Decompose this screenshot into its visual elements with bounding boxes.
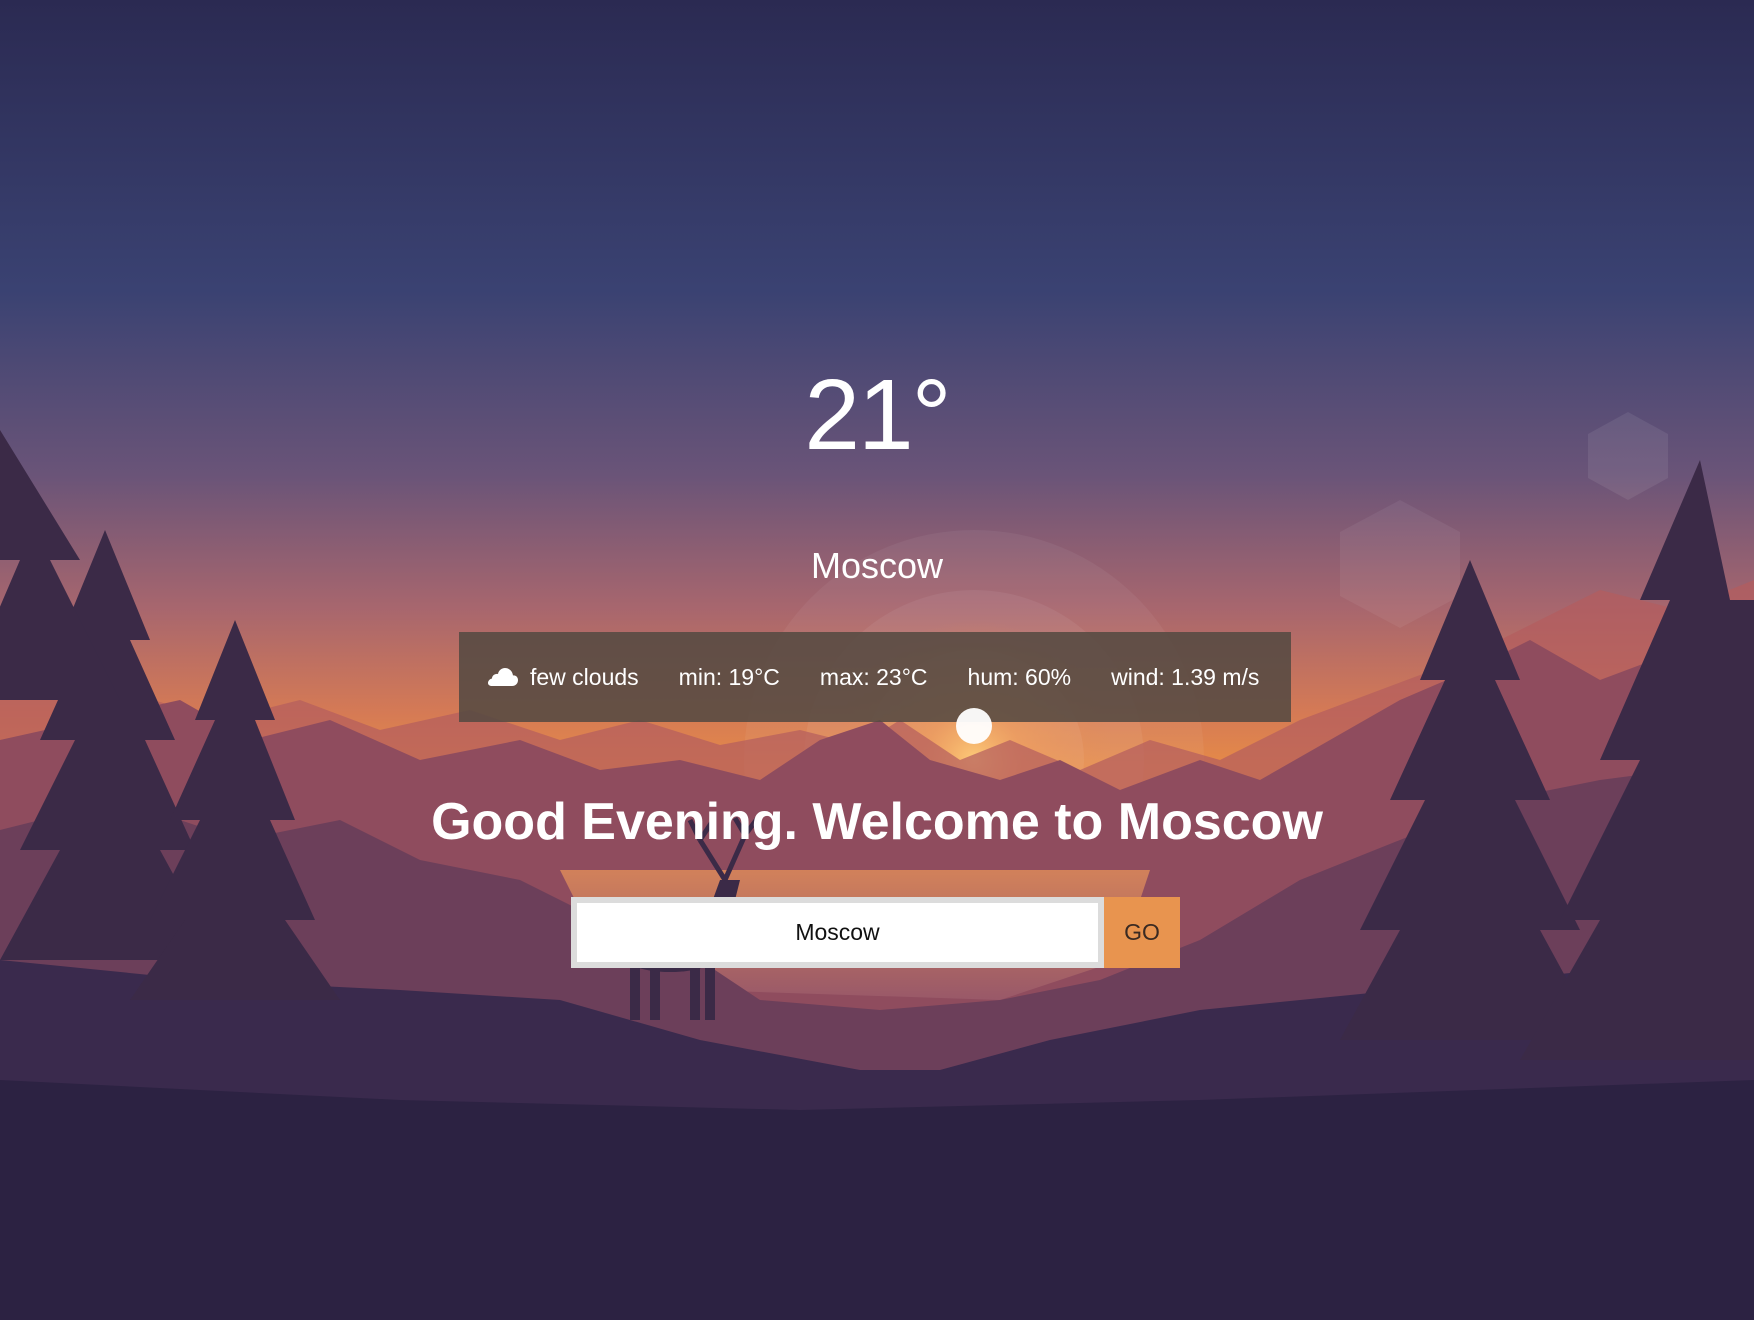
condition-text: few clouds xyxy=(530,663,639,690)
temperature-display: 21° xyxy=(804,359,951,471)
greeting-heading: Good Evening. Welcome to Moscow xyxy=(431,793,1323,851)
wind-stat: wind: 1.39 m/s xyxy=(1111,663,1260,690)
max-temp-stat: max: 23°C xyxy=(819,663,928,690)
city-search-input[interactable] xyxy=(571,897,1104,968)
weather-stats-panel: few clouds min: 19°C max: 23°C hum: 60% … xyxy=(459,632,1291,722)
sun-icon xyxy=(956,708,992,744)
go-button[interactable]: GO xyxy=(1104,897,1180,968)
condition-stat: few clouds xyxy=(488,664,639,691)
humidity-stat: hum: 60% xyxy=(967,663,1072,690)
city-search-form: GO xyxy=(571,897,1180,968)
min-temp-stat: min: 19°C xyxy=(678,663,780,690)
city-name: Moscow xyxy=(810,545,944,586)
cloud-icon xyxy=(488,666,518,688)
